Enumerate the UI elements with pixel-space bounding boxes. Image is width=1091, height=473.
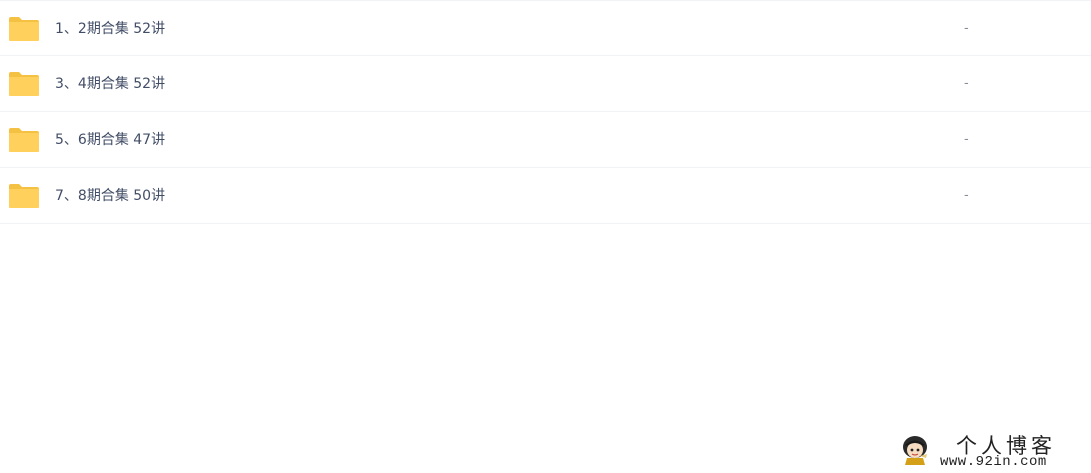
file-row[interactable]: 1、2期合集 52讲 - [0, 0, 1091, 56]
watermark-url: www.92in.com [940, 454, 1047, 470]
file-row[interactable]: 3、4期合集 52讲 - [0, 56, 1091, 112]
folder-icon [8, 183, 40, 209]
file-list: 1、2期合集 52讲 - 3、4期合集 52讲 - 5、6期合集 47讲 - 7… [0, 0, 1091, 224]
watermark: 个人博客 www.92in.com [896, 428, 1086, 472]
file-size: - [964, 188, 969, 203]
file-row[interactable]: 7、8期合集 50讲 - [0, 168, 1091, 224]
file-name[interactable]: 3、4期合集 52讲 [55, 56, 165, 112]
folder-icon [8, 127, 40, 153]
file-size: - [964, 21, 969, 36]
folder-icon [8, 71, 40, 97]
file-row[interactable]: 5、6期合集 47讲 - [0, 112, 1091, 168]
file-name[interactable]: 5、6期合集 47讲 [55, 112, 165, 168]
cartoon-avatar-icon [900, 434, 930, 466]
file-size: - [964, 76, 969, 91]
file-name[interactable]: 7、8期合集 50讲 [55, 168, 165, 224]
file-name[interactable]: 1、2期合集 52讲 [55, 1, 165, 57]
folder-icon [8, 16, 40, 42]
file-size: - [964, 132, 969, 147]
